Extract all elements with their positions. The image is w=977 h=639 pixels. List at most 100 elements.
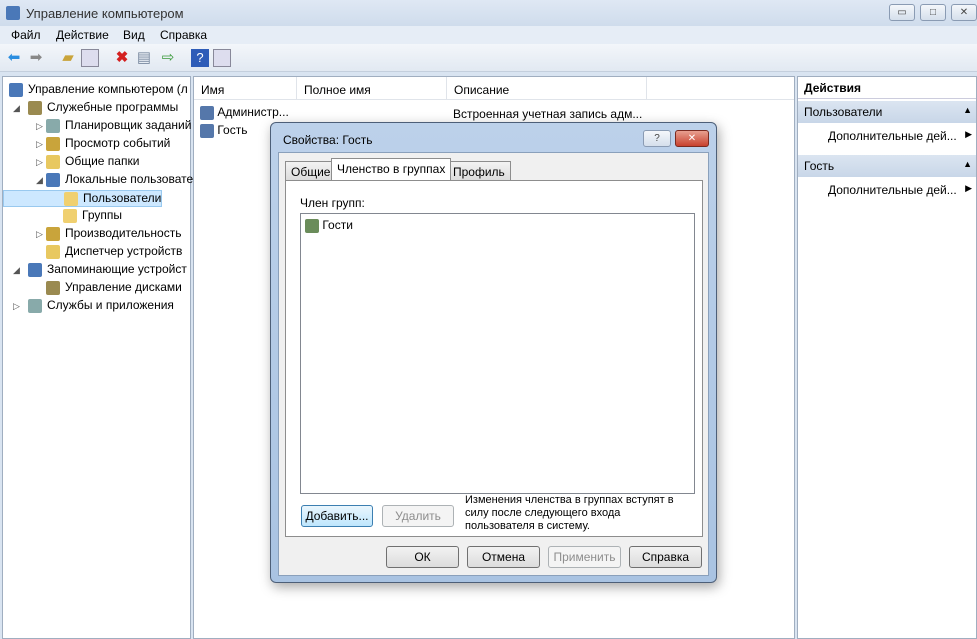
column-header-name[interactable]: Имя (194, 77, 297, 99)
menu-file[interactable]: Файл (11, 28, 41, 42)
tree-item[interactable]: ▷ Планировщик заданий (34, 118, 191, 133)
column-header-description[interactable]: Описание (447, 77, 647, 99)
forward-icon[interactable]: ➡ (27, 49, 45, 67)
node-icon (46, 154, 60, 169)
tree-item-label: Запоминающие устройст (47, 262, 187, 276)
dialog-help-button[interactable]: ? (643, 130, 671, 147)
export-icon[interactable]: ⇨ (159, 49, 177, 67)
tree-item-label: Служебные программы (47, 100, 179, 114)
tree-item-label: Пользователи (83, 191, 162, 205)
tree-item[interactable]: ▷ Службы и приложения (11, 298, 174, 313)
section-guest[interactable]: Гость ▲ (798, 155, 976, 177)
node-icon (28, 100, 42, 115)
ok-button[interactable]: ОК (386, 546, 459, 568)
tree-item[interactable]: ◢ Запоминающие устройст (11, 262, 187, 277)
up-folder-icon[interactable]: ▰ (59, 49, 77, 67)
column-header-fullname[interactable]: Полное имя (297, 77, 447, 99)
tree-item[interactable]: Группы (3, 208, 122, 223)
user-name: Администр... (217, 105, 289, 119)
folder-icon (64, 191, 78, 206)
cancel-button[interactable]: Отмена (467, 546, 540, 568)
dialog-close-button[interactable]: ✕ (675, 130, 709, 147)
group-name: Гости (322, 218, 353, 232)
help-button[interactable]: Справка (629, 546, 702, 568)
expand-arrow-icon[interactable]: ▷ (34, 121, 46, 132)
maximize-button[interactable]: □ (920, 4, 946, 21)
group-icon (305, 218, 319, 233)
node-icon (46, 244, 60, 259)
back-icon[interactable]: ⬅ (5, 49, 23, 67)
section-users[interactable]: Пользователи ▲ (798, 101, 976, 123)
expand-arrow-icon[interactable]: ◢ (11, 103, 28, 114)
tree-item-label: Службы и приложения (47, 298, 174, 312)
tab-membership[interactable]: Членство в группах (331, 158, 452, 180)
expand-arrow-icon[interactable]: ▷ (34, 139, 46, 150)
menu-help[interactable]: Справка (160, 28, 207, 42)
tree-item[interactable]: Управление дисками (34, 280, 182, 295)
section-label: Пользователи (804, 105, 883, 119)
more-actions-guest[interactable]: Дополнительные дей... ▶ (798, 179, 976, 201)
node-icon (46, 118, 60, 133)
apply-button[interactable]: Применить (548, 546, 621, 568)
groups-list[interactable]: Гости (300, 213, 695, 494)
tree-item-label: Производительность (65, 226, 182, 240)
node-icon (46, 172, 60, 187)
tree-item[interactable]: Диспетчер устройств (34, 244, 182, 259)
tree-item-label: Локальные пользовате (65, 172, 194, 186)
tree-item[interactable]: ◢ Служебные программы (11, 100, 178, 115)
show-hide-tree-icon[interactable] (81, 49, 99, 67)
tree-item[interactable]: ▷ Производительность (34, 226, 181, 241)
node-icon (9, 82, 23, 97)
delete-icon[interactable]: ✖ (113, 49, 131, 67)
node-icon (46, 226, 60, 241)
member-of-label: Член групп: (300, 196, 365, 210)
tab-profile[interactable]: Профиль (447, 161, 511, 180)
membership-note: Изменения членства в группах вступят в с… (465, 494, 674, 532)
expand-arrow-icon[interactable]: ▷ (34, 229, 46, 240)
action-label: Дополнительные дей... (828, 183, 957, 197)
menu-view[interactable]: Вид (123, 28, 145, 42)
tree-item[interactable]: Управление компьютером (л (3, 82, 188, 97)
node-icon (28, 298, 42, 313)
dialog-title: Свойства: Гость (283, 133, 373, 147)
title-bar: Управление компьютером ▭ □ ✕ (0, 0, 977, 26)
close-button[interactable]: ✕ (951, 4, 977, 21)
remove-button[interactable]: Удалить (382, 505, 454, 527)
submenu-arrow-icon: ▶ (965, 183, 972, 193)
properties-icon[interactable]: ▤ (135, 49, 153, 67)
menu-action[interactable]: Действие (56, 28, 109, 42)
node-icon (46, 136, 60, 151)
minimize-button[interactable]: ▭ (889, 4, 915, 21)
expand-arrow-icon[interactable]: ◢ (34, 175, 46, 186)
tree-item-label: Управление дисками (65, 280, 182, 294)
tree-item[interactable]: ▷ Просмотр событий (34, 136, 170, 151)
tree-item-label: Диспетчер устройств (65, 244, 183, 258)
help-icon[interactable]: ? (191, 49, 209, 67)
expand-arrow-icon[interactable]: ▷ (11, 301, 28, 312)
user-name: Гость (217, 123, 248, 137)
tab-general[interactable]: Общие (285, 161, 337, 180)
tree-item[interactable]: Пользователи (3, 190, 163, 207)
list-item[interactable]: Гости (305, 218, 353, 233)
list-item[interactable]: Администр... (200, 105, 289, 120)
action-label: Дополнительные дей... (828, 129, 957, 143)
user-icon (200, 123, 214, 138)
user-description: Встроенная учетная запись адм... (453, 107, 643, 121)
node-icon (46, 280, 60, 295)
tree-item[interactable]: ▷ Общие папки (34, 154, 139, 169)
expand-arrow-icon[interactable]: ▷ (34, 157, 46, 168)
navigation-tree: Управление компьютером (л ◢ Служебные прог… (2, 76, 193, 639)
more-actions-users[interactable]: Дополнительные дей... ▶ (798, 125, 976, 147)
tree-item[interactable]: ◢ Локальные пользовате (34, 172, 193, 187)
menu-bar: Файл Действие Вид Справка (0, 26, 977, 44)
tree-item-label: Общие папки (65, 154, 140, 168)
list-item[interactable]: Гость (200, 123, 247, 138)
actions-title: Действия (798, 77, 976, 99)
tab-panel: Член групп: Гости Добавить... Удалить Из… (285, 180, 703, 537)
expand-arrow-icon[interactable]: ◢ (11, 265, 28, 276)
add-button[interactable]: Добавить... (301, 505, 373, 527)
node-icon (28, 262, 42, 277)
collapse-icon: ▲ (963, 105, 972, 115)
computer-management-icon (6, 6, 20, 20)
show-action-pane-icon[interactable] (213, 49, 231, 67)
